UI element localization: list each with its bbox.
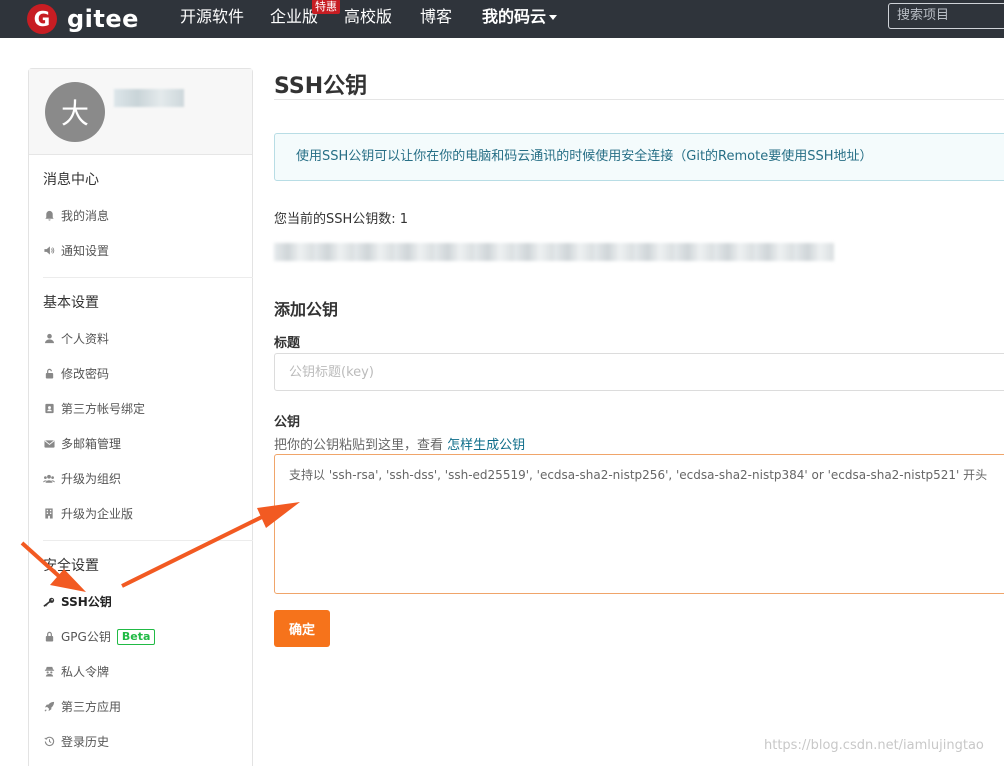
annotation-arrow-to-textarea: [121, 510, 273, 588]
annotation-arrows: [20, 502, 300, 592]
annotation-arrow-to-sidebar: [20, 541, 63, 580]
annotation-arrowhead-textarea: [257, 502, 300, 528]
